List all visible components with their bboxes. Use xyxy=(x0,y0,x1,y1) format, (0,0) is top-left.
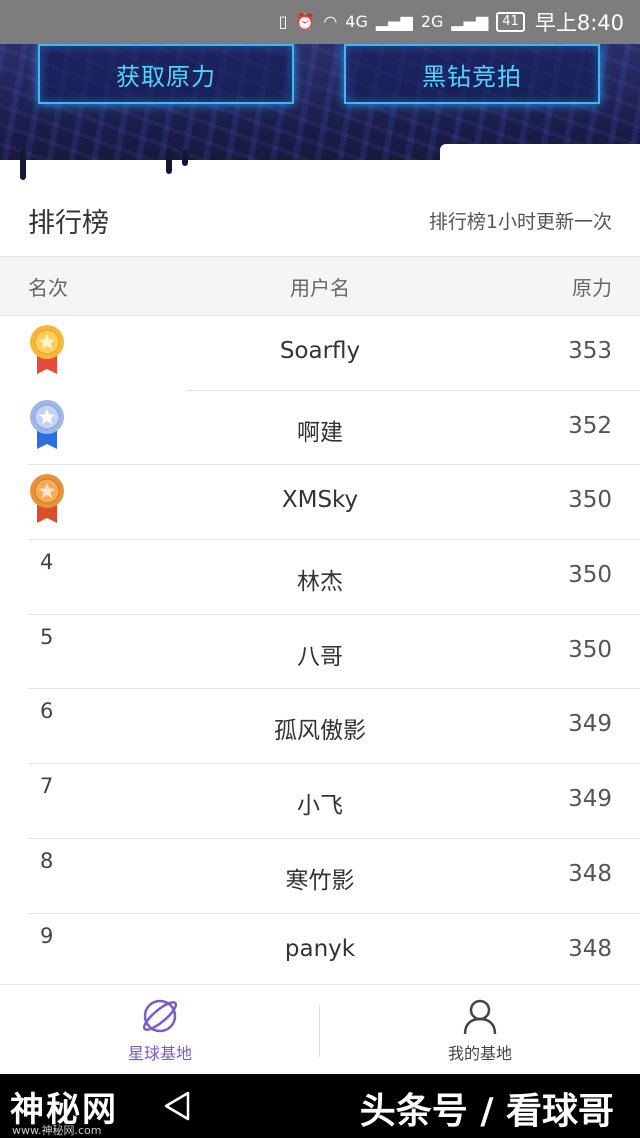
row-username: 林杰 xyxy=(297,569,343,596)
get-force-button[interactable]: 获取原力 xyxy=(38,44,294,104)
row-username: 寒竹影 xyxy=(285,867,355,894)
alarm-icon: ⏰ xyxy=(295,12,316,31)
row-username: 小飞 xyxy=(297,793,343,820)
banner-cutout xyxy=(440,144,640,184)
nav-planet-base[interactable]: 星球基地 xyxy=(0,985,320,1075)
ranking-row[interactable]: 7 小飞 349 xyxy=(0,764,640,839)
row-score: 349 xyxy=(568,786,612,813)
row-score: 352 xyxy=(568,412,612,439)
ranking-title: 排行榜 xyxy=(28,207,109,239)
ranking-column-header: 名次 用户名 原力 xyxy=(0,256,640,316)
status-bar: ▯ ⏰ ◠ 4G ▂▄▆ 2G ▂▄▆ 41 早上8:40 xyxy=(0,0,640,44)
row-score: 350 xyxy=(568,487,612,514)
user-icon xyxy=(463,999,497,1035)
planet-icon xyxy=(142,999,178,1033)
ranking-row[interactable]: 4 林杰 350 xyxy=(0,540,640,615)
nav-my-base-label: 我的基地 xyxy=(447,1044,512,1063)
ranking-update-note: 排行榜1小时更新一次 xyxy=(428,210,612,233)
system-navigation-bar: 神秘网 www.神秘网.com 头条号 / 看球哥 xyxy=(0,1074,640,1138)
ranking-list: Soarfly 353 啊建 352 XMSky 350 4 林杰 350 5 … xyxy=(0,316,640,988)
ranking-row[interactable]: 8 寒竹影 348 xyxy=(0,839,640,914)
network-label-2: 2G xyxy=(420,12,444,31)
row-username: 孤风傲影 xyxy=(274,718,366,745)
row-username: 八哥 xyxy=(297,643,343,670)
back-icon[interactable] xyxy=(162,1090,192,1122)
ranking-row[interactable]: XMSky 350 xyxy=(0,465,640,541)
signal-icon: ▂▄▆ xyxy=(375,12,413,31)
black-diamond-auction-button[interactable]: 黑钻竞拍 xyxy=(344,44,600,104)
ranking-header: 排行榜 排行榜1小时更新一次 xyxy=(0,184,640,256)
watermark-left-url: www.神秘网.com xyxy=(12,1124,102,1137)
ranking-row[interactable]: 啊建 352 xyxy=(0,391,640,466)
row-username: XMSky xyxy=(281,487,359,514)
bottom-navigation: 星球基地 我的基地 xyxy=(0,984,640,1074)
ranking-row[interactable]: Soarfly 353 xyxy=(0,316,640,391)
ranking-row[interactable]: 9 panyk 348 xyxy=(0,914,640,989)
row-username: Soarfly xyxy=(279,338,361,364)
network-label-1: 4G xyxy=(345,12,368,31)
row-score: 350 xyxy=(568,562,612,589)
row-username: panyk xyxy=(284,935,356,962)
signal-icon-2: ▂▄▆ xyxy=(451,12,489,31)
ranking-row[interactable]: 6 孤风傲影 349 xyxy=(0,689,640,765)
row-score: 349 xyxy=(568,711,612,738)
column-username: 用户名 xyxy=(290,275,350,300)
row-score: 348 xyxy=(568,860,612,887)
row-score: 348 xyxy=(568,935,612,962)
ranking-row[interactable]: 5 八哥 350 xyxy=(0,615,640,690)
row-username: 啊建 xyxy=(297,419,343,446)
watermark-right: 头条号 / 看球哥 xyxy=(359,1091,614,1132)
battery-indicator: 41 xyxy=(496,12,525,32)
nav-planet-base-label: 星球基地 xyxy=(127,1044,192,1063)
wifi-icon: ◠ xyxy=(323,12,338,31)
nav-my-base[interactable]: 我的基地 xyxy=(320,985,640,1075)
banner-drip xyxy=(20,150,26,180)
banner-drip xyxy=(166,148,172,174)
banner-drip xyxy=(182,150,188,166)
status-time: 早上8:40 xyxy=(534,11,624,35)
row-score: 350 xyxy=(568,636,612,663)
column-force: 原力 xyxy=(572,275,612,300)
vibrate-icon: ▯ xyxy=(278,12,288,31)
row-score: 353 xyxy=(568,338,612,364)
status-icons: ▯ ⏰ ◠ 4G ▂▄▆ 2G ▂▄▆ 41 xyxy=(279,12,525,32)
